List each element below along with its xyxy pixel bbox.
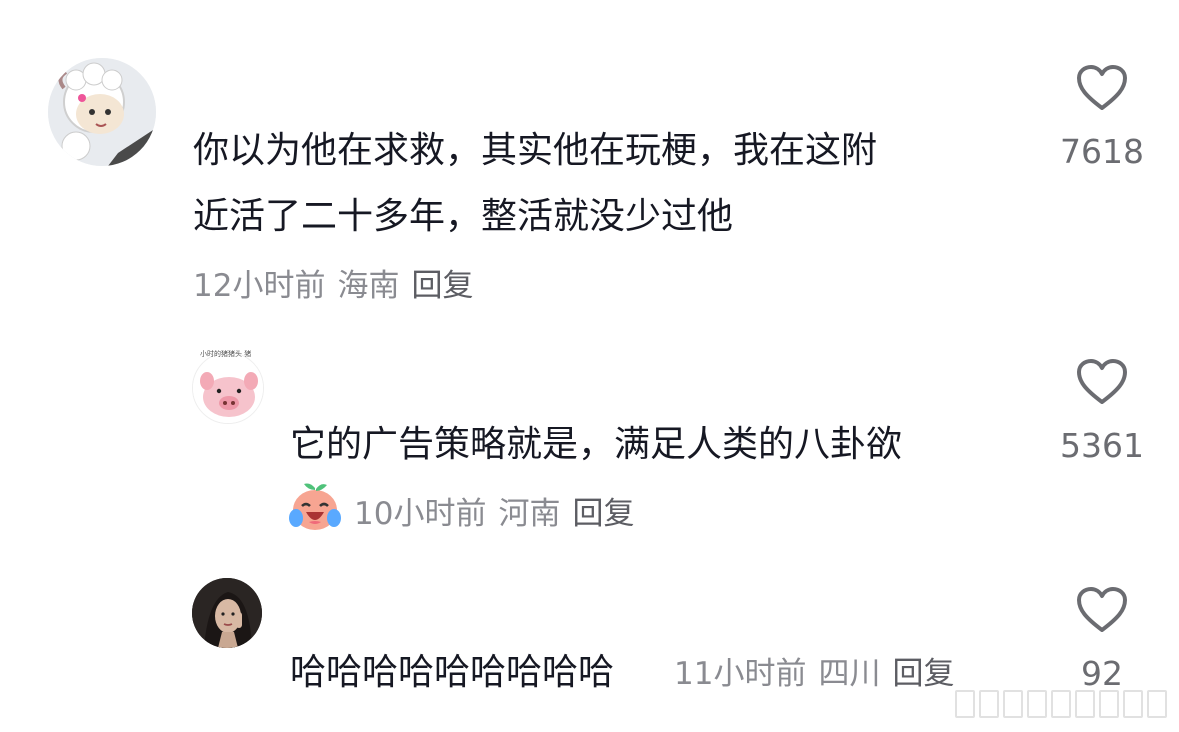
heart-outline-icon	[1042, 358, 1162, 406]
avatar-user-3[interactable]	[192, 578, 262, 648]
avatar-user-2[interactable]	[192, 352, 264, 424]
like-button[interactable]: 7618	[1042, 64, 1162, 172]
comment-time: 12小时前	[193, 268, 326, 304]
reply-button[interactable]: 回复	[892, 656, 954, 692]
comment-time: 10小时前	[354, 496, 487, 532]
watermark-logo	[955, 690, 1167, 718]
avatar-caption: 小时的猪猪头 猪	[200, 350, 252, 358]
reply-button[interactable]: 回复	[572, 496, 634, 532]
reply-button[interactable]: 回复	[411, 268, 473, 304]
heart-outline-icon	[1042, 586, 1162, 634]
like-button[interactable]: 5361	[1042, 358, 1162, 466]
comment-meta: 10小时前 河南 回复	[354, 494, 646, 534]
heart-outline-icon	[1042, 64, 1162, 112]
comment-location: 四川	[818, 656, 881, 692]
comment-location: 海南	[337, 268, 400, 304]
avatar-user-1[interactable]	[48, 58, 156, 166]
like-button[interactable]: 92	[1042, 586, 1162, 694]
crying-laugh-peach-emoji	[288, 482, 342, 536]
comment-text-line-1: 你以为他在求救，其实他在玩梗，我在这附	[193, 130, 878, 171]
like-count: 92	[1081, 654, 1123, 693]
comment-text-line-2: 近活了二十多年，整活就没少过他	[193, 196, 734, 237]
comment-location: 河南	[498, 496, 561, 532]
comment-meta: 12小时前 海南 回复	[193, 266, 485, 306]
like-count: 5361	[1060, 426, 1144, 465]
comment-meta: 11小时前 四川 回复	[674, 654, 966, 694]
comment-text-line-1: 它的广告策略就是，满足人类的八卦欲	[290, 424, 903, 465]
like-count: 7618	[1060, 132, 1144, 171]
comment-time: 11小时前	[674, 656, 807, 692]
comment-text-line-1: 哈哈哈哈哈哈哈哈哈	[290, 652, 615, 693]
